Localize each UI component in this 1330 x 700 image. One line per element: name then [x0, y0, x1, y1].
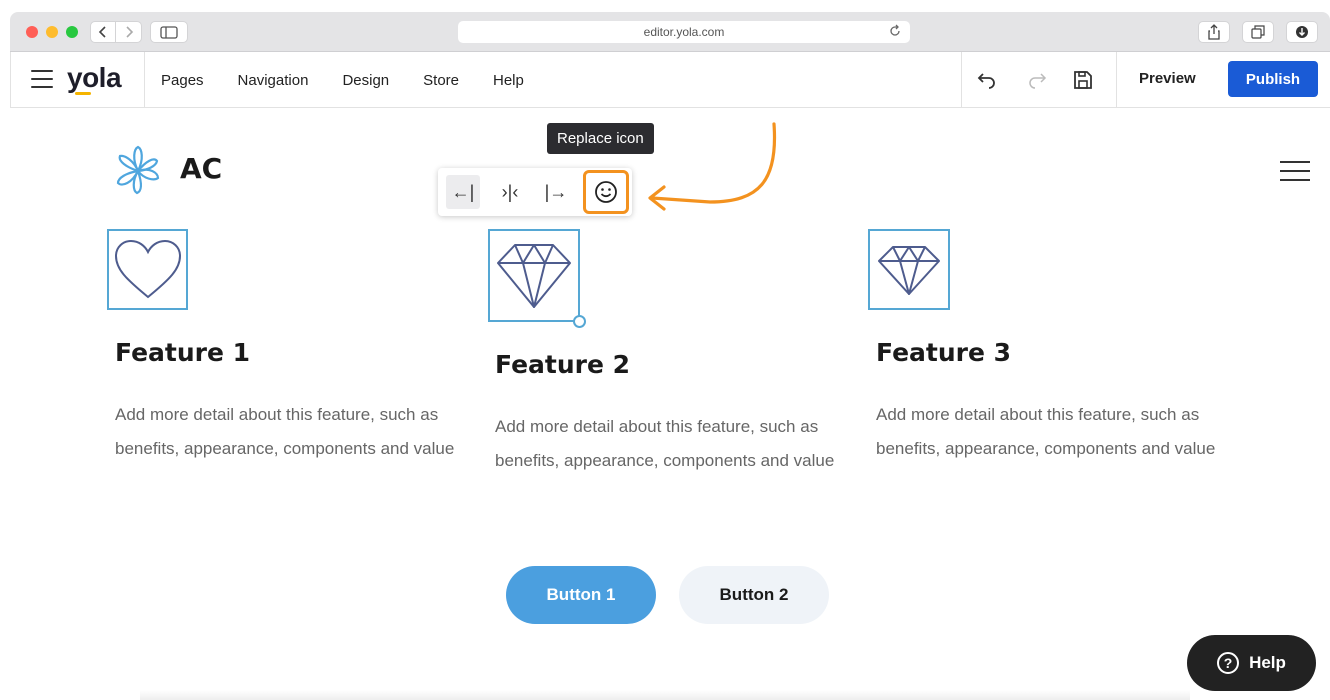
undo-icon	[977, 73, 995, 89]
feature-2-icon-frame[interactable]	[488, 229, 580, 322]
editor-menu: Pages Navigation Design Store Help	[161, 52, 558, 108]
feature-1-title[interactable]: Feature 1	[115, 338, 250, 367]
publish-button[interactable]: Publish	[1228, 61, 1318, 97]
save-button[interactable]	[1071, 68, 1095, 92]
button-1[interactable]: Button 1	[506, 566, 656, 624]
chevron-right-icon	[125, 26, 133, 38]
downloads-button[interactable]	[1286, 21, 1318, 43]
feature-2-title[interactable]: Feature 2	[495, 350, 630, 379]
reload-icon[interactable]	[888, 24, 902, 38]
align-center-button[interactable]: ›|‹	[493, 175, 527, 209]
address-bar[interactable]: editor.yola.com	[458, 21, 910, 43]
minimize-window-button[interactable]	[46, 26, 58, 38]
redo-icon	[1029, 73, 1047, 89]
feature-1-icon-frame[interactable]	[107, 229, 188, 310]
share-icon	[1208, 24, 1220, 40]
site-logo-icon[interactable]	[112, 145, 164, 197]
menu-pages[interactable]: Pages	[161, 72, 204, 89]
menu-design[interactable]: Design	[342, 72, 389, 89]
redo-button[interactable]	[1025, 68, 1049, 92]
icon-edit-toolbar: ←| ›|‹ |→	[438, 168, 632, 216]
undo-button[interactable]	[975, 68, 999, 92]
smiley-icon	[595, 181, 617, 203]
maximize-window-button[interactable]	[66, 26, 78, 38]
align-right-icon: |→	[544, 181, 568, 202]
download-icon	[1296, 26, 1308, 38]
tabs-overview-button[interactable]	[1242, 21, 1274, 43]
main-menu-button[interactable]	[31, 70, 53, 88]
back-button[interactable]	[90, 21, 116, 43]
replace-icon-tooltip: Replace icon	[547, 123, 654, 154]
chevron-left-icon	[98, 26, 106, 38]
feature-1-description[interactable]: Add more detail about this feature, such…	[115, 398, 465, 465]
site-menu-icon[interactable]	[1280, 161, 1310, 188]
align-left-button[interactable]: ←|	[446, 175, 480, 209]
editor-toolbar: yola Pages Navigation Design Store Help …	[10, 52, 1330, 108]
heart-icon	[114, 239, 181, 298]
align-center-icon: ›|‹	[501, 181, 519, 202]
url-text: editor.yola.com	[643, 25, 725, 39]
sidebar-icon	[160, 25, 178, 39]
preview-button[interactable]: Preview	[1139, 70, 1196, 87]
align-left-icon: ←|	[451, 181, 475, 202]
logo-accent	[75, 92, 91, 95]
close-window-button[interactable]	[26, 26, 38, 38]
sidebar-toggle-button[interactable]	[150, 21, 188, 43]
menu-navigation[interactable]: Navigation	[238, 72, 309, 89]
menu-help[interactable]: Help	[493, 72, 524, 89]
help-label: Help	[1249, 653, 1286, 672]
divider	[144, 52, 145, 108]
save-icon	[1074, 71, 1092, 89]
browser-toolbar: editor.yola.com	[10, 12, 1330, 52]
diamond-icon	[878, 245, 940, 295]
resize-handle[interactable]	[573, 315, 586, 328]
feature-3-title[interactable]: Feature 3	[876, 338, 1011, 367]
site-name[interactable]: AC	[180, 152, 222, 185]
feature-2-description[interactable]: Add more detail about this feature, such…	[495, 410, 845, 477]
button-2[interactable]: Button 2	[679, 566, 829, 624]
share-button[interactable]	[1198, 21, 1230, 43]
annotation-arrow-icon	[648, 122, 777, 211]
divider	[961, 52, 962, 108]
diamond-icon	[497, 243, 571, 308]
feature-3-description[interactable]: Add more detail about this feature, such…	[876, 398, 1226, 465]
canvas-bottom-edge	[140, 690, 1190, 700]
divider	[1116, 52, 1117, 108]
feature-3-icon-frame[interactable]	[868, 229, 950, 310]
tabs-icon	[1251, 25, 1265, 39]
question-icon: ?	[1217, 652, 1240, 674]
menu-store[interactable]: Store	[423, 72, 459, 89]
yola-logo[interactable]: yola	[67, 62, 122, 94]
align-right-button[interactable]: |→	[539, 175, 573, 209]
replace-icon-button[interactable]	[583, 170, 629, 214]
forward-button[interactable]	[116, 21, 142, 43]
help-button[interactable]: ? Help	[1187, 635, 1316, 691]
